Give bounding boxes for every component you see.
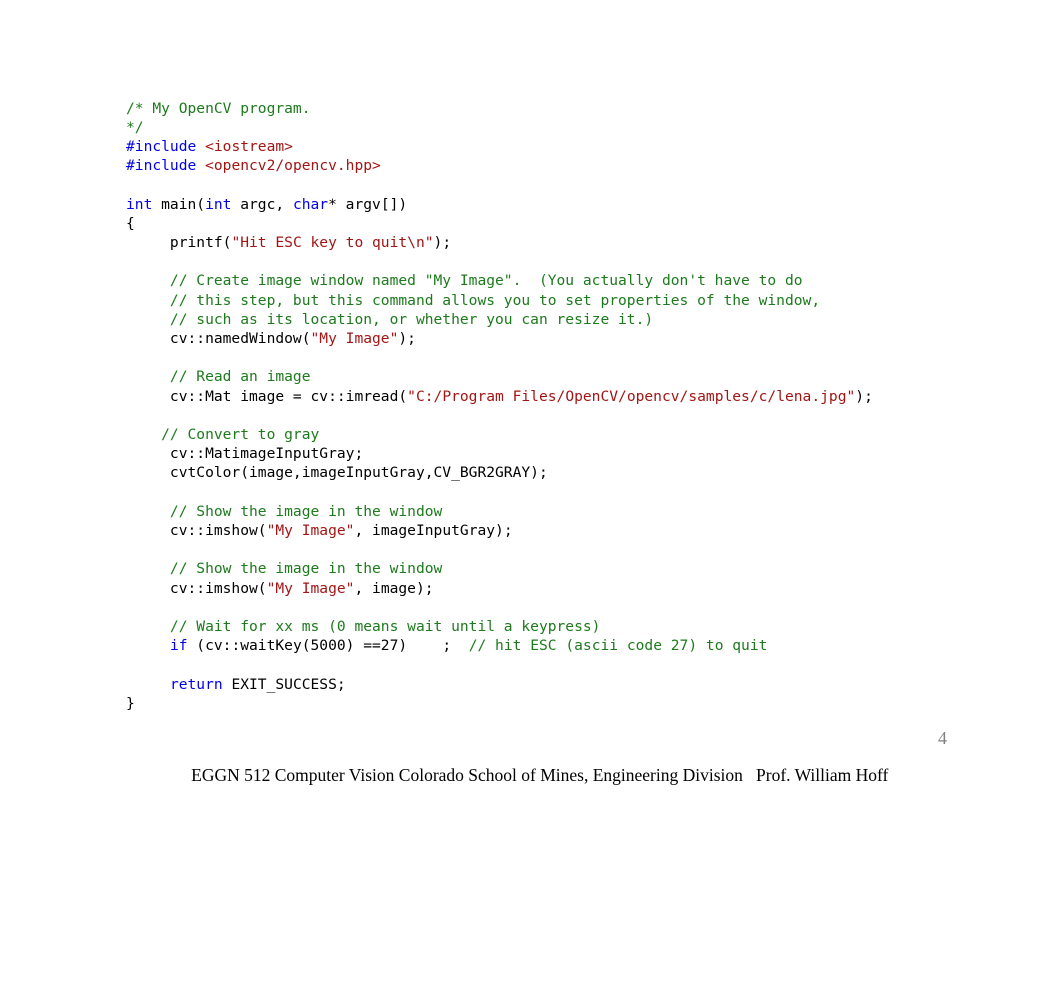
footer-instructor: Prof. William Hoff [756, 765, 889, 785]
footer-course: EGGN 512 Computer Vision [191, 765, 395, 785]
code-token-plain: { [126, 214, 135, 232]
code-token-cmt: // Create image window named "My Image".… [126, 272, 803, 290]
code-line: int main(int argc, char* argv[]) [126, 195, 1026, 214]
code-line: #include <iostream> [126, 137, 1026, 156]
code-token-plain: cv::namedWindow( [126, 330, 311, 347]
code-token-plain: cv::Mat image = cv::imread( [126, 387, 408, 405]
code-token-plain: cvtColor(image,imageInputGray,CV_BGR2GRA… [126, 464, 548, 482]
code-token-kw: if [169, 637, 188, 655]
code-token-kw: char [292, 195, 329, 213]
code-token-plain: argc, [231, 195, 293, 213]
code-token-plain: ); [433, 234, 452, 251]
code-line: printf("Hit ESC key to quit\n"); [126, 233, 1026, 252]
code-line: // Wait for xx ms (0 means wait until a … [126, 617, 1026, 636]
code-token-plain: * argv[]) [328, 195, 408, 213]
code-token-plain: main( [152, 195, 206, 213]
code-token-plain: ); [855, 387, 873, 405]
code-line: { [126, 214, 1026, 233]
code-line: // this step, but this command allows yo… [126, 291, 1026, 310]
code-token-plain: printf( [126, 234, 232, 251]
code-token-plain: ); [398, 330, 416, 347]
code-line: // Convert to gray [126, 425, 1026, 444]
footer-institution: Colorado School of Mines, Engineering Di… [398, 765, 743, 785]
code-line: // Read an image [126, 367, 1026, 386]
code-line: // Show the image in the window [126, 559, 1026, 578]
code-token-cmt: /* My OpenCV program. [126, 99, 311, 117]
code-line: if (cv::waitKey(5000) ==27) ; // hit ESC… [126, 636, 1026, 655]
code-line: // Show the image in the window [126, 502, 1026, 521]
code-line: } [126, 694, 1026, 713]
code-token-str: <opencv2/opencv.hpp> [205, 157, 381, 175]
footer-separator-2 [743, 765, 756, 785]
code-token-kw: int [126, 195, 153, 213]
code-line: */ [126, 118, 1026, 137]
code-line: cv::namedWindow("My Image"); [126, 329, 1026, 348]
code-line: #include <opencv2/opencv.hpp> [126, 156, 1026, 175]
code-token-cmt: */ [126, 118, 144, 136]
code-token-cmt: // Convert to gray [126, 425, 320, 443]
code-token-plain: (cv::waitKey(5000) ==27) ; [187, 637, 469, 655]
code-token-plain: EXIT_SUCCESS; [222, 675, 346, 693]
code-line: // Create image window named "My Image".… [126, 271, 1026, 290]
slide-canvas: /* My OpenCV program. */#include <iostrea… [0, 0, 1062, 1001]
code-token-kw: return [169, 675, 223, 693]
code-token-plain: } [126, 694, 135, 712]
slide-footer: EGGN 512 Computer Vision Colorado School… [0, 744, 1062, 807]
code-token-str: <iostream> [205, 138, 293, 155]
code-token-str: "My Image" [266, 579, 355, 597]
code-token-cmt: // Show the image in the window [126, 502, 443, 520]
code-token-pp: #include [126, 157, 197, 175]
code-token-str: "Hit ESC key to quit\n" [231, 234, 434, 251]
code-line: cv::imshow("My Image", image); [126, 579, 1026, 598]
code-line: cv::imshow("My Image", imageInputGray); [126, 521, 1026, 540]
code-line: cvtColor(image,imageInputGray,CV_BGR2GRA… [126, 463, 1026, 482]
code-token-plain: cv::MatimageInputGray; [126, 445, 364, 463]
code-line: cv::Mat image = cv::imread("C:/Program F… [126, 387, 1026, 406]
code-token-plain: , imageInputGray); [354, 521, 513, 539]
code-token-pp: #include [126, 138, 197, 155]
code-token-cmt: // hit ESC (ascii code 27) to quit [468, 637, 768, 655]
code-token-plain: cv::imshow( [126, 579, 267, 597]
code-token-kw: int [205, 195, 232, 213]
code-token-plain: , image); [354, 579, 434, 597]
code-token-str: "My Image" [266, 521, 355, 539]
code-line: /* My OpenCV program. [126, 99, 1026, 118]
code-line: return EXIT_SUCCESS; [126, 675, 1026, 694]
code-line: // such as its location, or whether you … [126, 310, 1026, 329]
code-token-cmt: // such as its location, or whether you … [126, 310, 654, 328]
source-code-listing: /* My OpenCV program. */#include <iostrea… [126, 99, 1026, 713]
code-token-plain: cv::imshow( [126, 521, 267, 539]
code-token-str: "C:/Program Files/OpenCV/opencv/samples/… [407, 387, 856, 405]
code-token-cmt: // this step, but this command allows yo… [126, 291, 821, 309]
code-token-str: "My Image" [310, 330, 399, 347]
code-token-cmt: // Wait for xx ms (0 means wait until a … [126, 617, 601, 635]
code-line: cv::MatimageInputGray; [126, 444, 1026, 463]
code-token-cmt: // Show the image in the window [126, 560, 443, 578]
code-token-cmt: // Read an image [126, 368, 311, 386]
